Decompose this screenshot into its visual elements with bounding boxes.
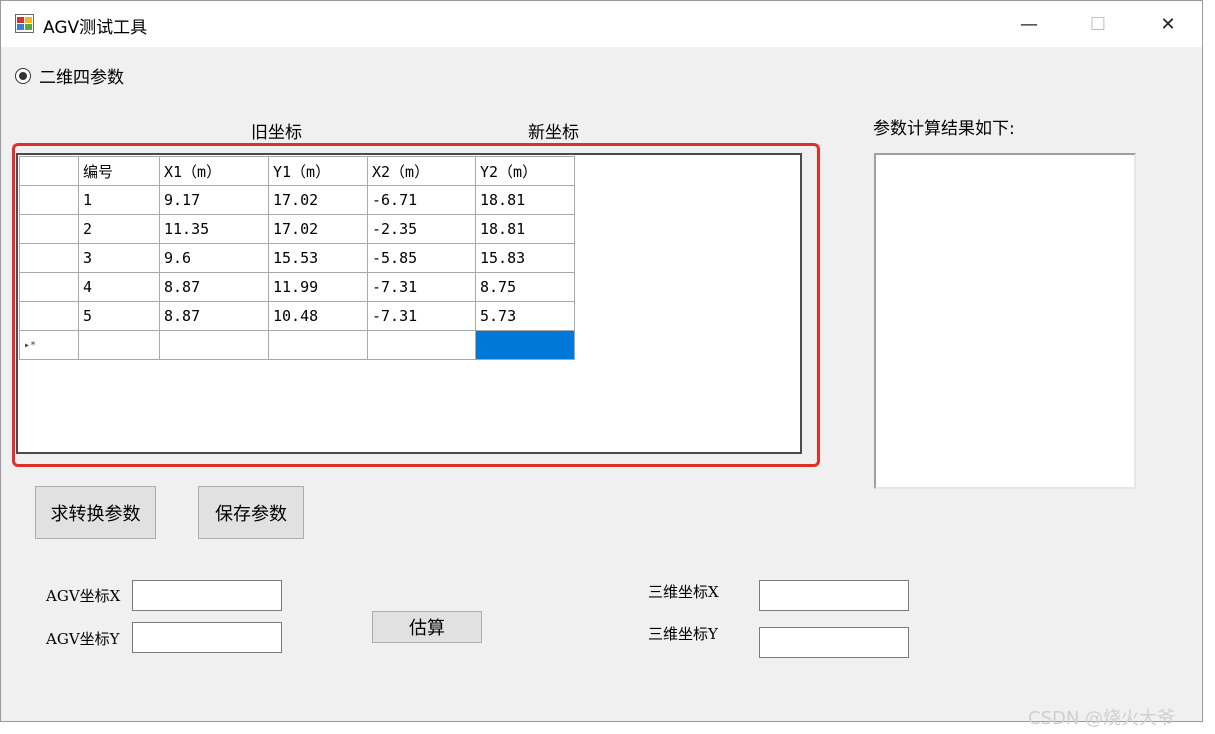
cell-x2[interactable]: -7.31: [367, 301, 476, 331]
row-header[interactable]: [19, 185, 79, 215]
agv-y-label: AGV坐标Y: [46, 630, 120, 648]
row-header-corner[interactable]: [19, 156, 79, 186]
estimate-button[interactable]: 估算: [372, 611, 482, 643]
cell-x1[interactable]: 8.87: [159, 301, 269, 331]
cell-y1[interactable]: 10.48: [268, 301, 368, 331]
coord3d-x-input[interactable]: [759, 580, 909, 611]
radio-indicator[interactable]: [15, 67, 31, 84]
table-row: 4 8.87 11.99 -7.31 8.75: [19, 272, 575, 302]
cell-x2[interactable]: -5.85: [367, 243, 476, 273]
coord3d-x-label: 三维坐标X: [648, 583, 719, 601]
compute-params-button[interactable]: 求转换参数: [35, 486, 156, 539]
selected-cell-y2[interactable]: [475, 330, 575, 360]
cell-y1[interactable]: 11.99: [268, 272, 368, 302]
row-header[interactable]: [19, 272, 79, 302]
app-window: AGV测试工具 — ☐ ✕ 二维四参数 旧坐标 新坐标 参数计算结果如下: 编号…: [0, 0, 1203, 722]
agv-x-input[interactable]: [132, 580, 282, 611]
cell-y2[interactable]: 8.75: [475, 272, 575, 302]
new-row: ▸*: [19, 330, 575, 360]
save-params-button[interactable]: 保存参数: [198, 486, 304, 539]
old-coords-label: 旧坐标: [251, 123, 302, 143]
cell-x2[interactable]: -2.35: [367, 214, 476, 244]
cell-id[interactable]: 1: [78, 185, 160, 215]
new-row-marker[interactable]: ▸*: [19, 330, 79, 360]
cell-y1[interactable]: 15.53: [268, 243, 368, 273]
column-header-y2[interactable]: Y2（m）: [475, 156, 575, 186]
coord3d-y-label: 三维坐标Y: [648, 625, 718, 643]
result-title-label: 参数计算结果如下:: [873, 119, 1015, 139]
new-row-cell-x2[interactable]: [367, 330, 476, 360]
row-header[interactable]: [19, 301, 79, 331]
watermark-text: CSDN @烧火大爷: [1028, 708, 1176, 729]
window-title: AGV测试工具: [43, 18, 148, 38]
agv-x-label: AGV坐标X: [46, 587, 121, 605]
table-row: 5 8.87 10.48 -7.31 5.73: [19, 301, 575, 331]
row-header[interactable]: [19, 214, 79, 244]
title-bar: AGV测试工具 — ☐ ✕: [1, 1, 1202, 47]
cell-id[interactable]: 3: [78, 243, 160, 273]
cell-id[interactable]: 4: [78, 272, 160, 302]
table-row: 2 11.35 17.02 -2.35 18.81: [19, 214, 575, 244]
grid-table: 编号 X1（m） Y1（m） X2（m） Y2（m） 1 9.17 17.02 …: [19, 156, 575, 360]
cell-x1[interactable]: 11.35: [159, 214, 269, 244]
cell-y2[interactable]: 15.83: [475, 243, 575, 273]
table-row: 1 9.17 17.02 -6.71 18.81: [19, 185, 575, 215]
coord3d-y-input[interactable]: [759, 627, 909, 658]
cell-x1[interactable]: 9.6: [159, 243, 269, 273]
cell-x2[interactable]: -7.31: [367, 272, 476, 302]
cell-id[interactable]: 2: [78, 214, 160, 244]
new-coords-label: 新坐标: [528, 123, 579, 143]
result-textbox[interactable]: [874, 153, 1136, 489]
new-row-cell-x1[interactable]: [159, 330, 269, 360]
new-row-cell-y1[interactable]: [268, 330, 368, 360]
row-header[interactable]: [19, 243, 79, 273]
mode-radio-label: 二维四参数: [39, 68, 124, 88]
coordinate-data-grid[interactable]: 编号 X1（m） Y1（m） X2（m） Y2（m） 1 9.17 17.02 …: [16, 153, 802, 454]
agv-y-input[interactable]: [132, 622, 282, 653]
cell-x1[interactable]: 8.87: [159, 272, 269, 302]
cell-y2[interactable]: 18.81: [475, 185, 575, 215]
maximize-button[interactable]: ☐: [1066, 1, 1130, 47]
cell-y2[interactable]: 5.73: [475, 301, 575, 331]
table-row: 3 9.6 15.53 -5.85 15.83: [19, 243, 575, 273]
cell-y1[interactable]: 17.02: [268, 214, 368, 244]
grid-header-row: 编号 X1（m） Y1（m） X2（m） Y2（m）: [19, 156, 575, 186]
cell-y2[interactable]: 18.81: [475, 214, 575, 244]
cell-id[interactable]: 5: [78, 301, 160, 331]
mode-radio-2d-four-param[interactable]: 二维四参数: [15, 63, 124, 88]
close-button[interactable]: ✕: [1136, 1, 1200, 47]
cell-y1[interactable]: 17.02: [268, 185, 368, 215]
column-header-x1[interactable]: X1（m）: [159, 156, 269, 186]
column-header-y1[interactable]: Y1（m）: [268, 156, 368, 186]
column-header-x2[interactable]: X2（m）: [367, 156, 476, 186]
radio-checked-dot: [19, 71, 27, 80]
app-icon: [15, 14, 34, 33]
cell-x2[interactable]: -6.71: [367, 185, 476, 215]
cell-x1[interactable]: 9.17: [159, 185, 269, 215]
column-header-id[interactable]: 编号: [78, 156, 160, 186]
new-row-cell-id[interactable]: [78, 330, 160, 360]
minimize-button[interactable]: —: [997, 1, 1061, 47]
